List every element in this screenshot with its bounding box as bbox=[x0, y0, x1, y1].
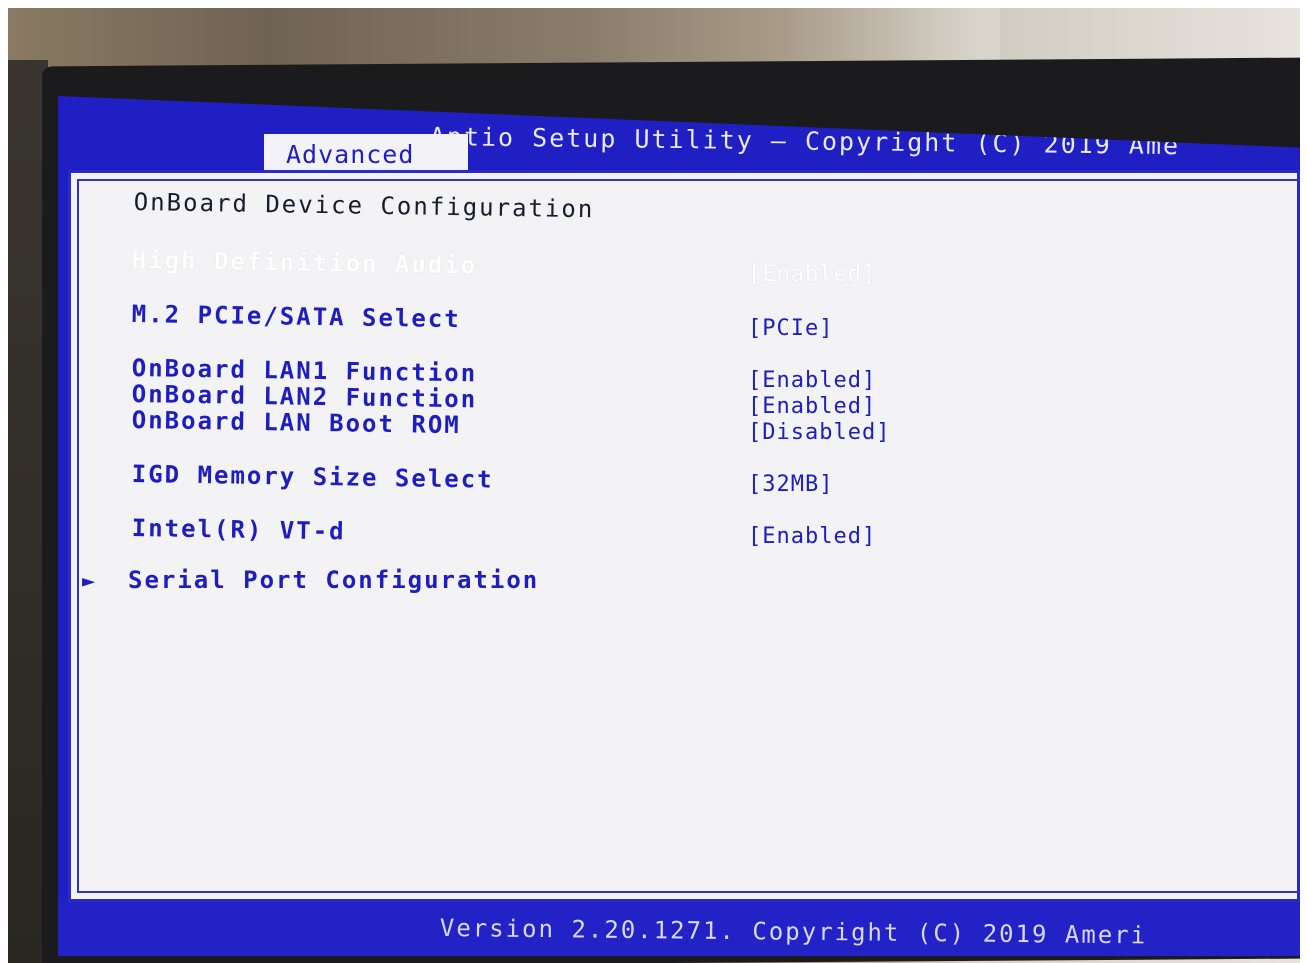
setting-label: Intel(R) VT-d bbox=[131, 514, 346, 546]
setting-label: IGD Memory Size Select bbox=[131, 460, 494, 494]
setting-row-igd-memory[interactable]: IGD Memory Size Select [32MB] bbox=[0, 460, 1307, 497]
setting-row-lan-boot-rom[interactable]: OnBoard LAN Boot ROM [Disabled] bbox=[0, 406, 1307, 445]
setting-value[interactable]: [32MB] bbox=[748, 472, 833, 497]
submenu-label: Serial Port Configuration bbox=[128, 566, 540, 594]
setting-value[interactable]: [Enabled] bbox=[748, 524, 876, 549]
setting-label: OnBoard LAN Boot ROM bbox=[131, 406, 461, 440]
setting-value[interactable]: [Enabled] bbox=[748, 262, 876, 287]
setting-row-hd-audio[interactable]: High Definition Audio [Enabled] bbox=[0, 246, 1307, 287]
setting-value[interactable]: [PCIe] bbox=[748, 316, 833, 341]
setting-row-vtd[interactable]: Intel(R) VT-d [Enabled] bbox=[0, 514, 1307, 549]
setting-row-m2-select[interactable]: M.2 PCIe/SATA Select [PCIe] bbox=[0, 300, 1307, 341]
triangle-right-icon: ► bbox=[82, 569, 96, 594]
footer-version-text: Version 2.20.1271. Copyright (C) 2019 Am… bbox=[439, 914, 1148, 950]
setting-label: M.2 PCIe/SATA Select bbox=[131, 300, 461, 334]
setting-value[interactable]: [Disabled] bbox=[748, 420, 890, 445]
setting-row-lan2[interactable]: OnBoard LAN2 Function [Enabled] bbox=[0, 380, 1307, 419]
setting-row-lan1[interactable]: OnBoard LAN1 Function [Enabled] bbox=[0, 354, 1307, 393]
setting-label: High Definition Audio bbox=[131, 246, 478, 280]
submenu-serial-port[interactable]: ► Serial Port Configuration bbox=[82, 566, 539, 594]
footer-bar: Version 2.20.1271. Copyright (C) 2019 Am… bbox=[58, 902, 1300, 956]
